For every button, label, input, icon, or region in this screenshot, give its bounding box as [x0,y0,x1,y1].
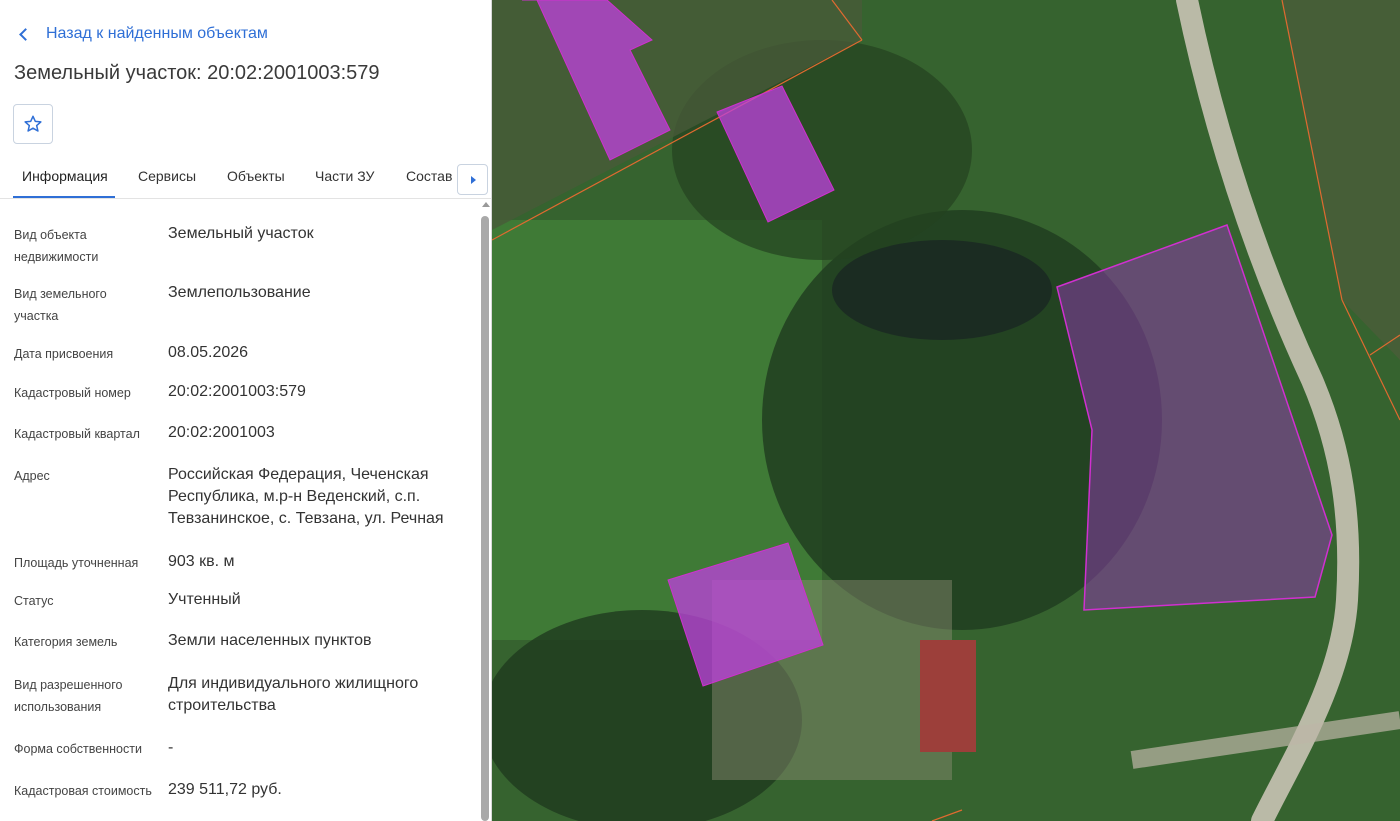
value-ownership: - [168,739,174,756]
value-cadastral-value: 239 511,72 руб. [168,781,282,798]
value-object-type: Земельный участок [168,225,314,242]
chevron-left-icon [18,24,30,44]
label-object-type: Вид объекта недвижимости [14,228,99,264]
star-outline-icon [24,115,42,132]
scrollbar[interactable] [479,200,491,821]
active-tab-indicator [13,196,115,198]
tab-bar: Информация Сервисы Объекты Части ЗУ Сост… [0,158,491,199]
label-permitted-use: Вид разрешенного использования [14,678,123,714]
info-panel: Назад к найденным объектам Земельный уча… [0,0,492,821]
scrollbar-thumb[interactable] [481,216,489,821]
value-area: 903 кв. м [168,553,235,570]
label-land-type: Вид земельного участка [14,287,107,323]
value-cadastral-block: 20:02:2001003 [168,424,275,441]
tab-services[interactable]: Сервисы [138,168,196,184]
value-land-type: Землепользование [168,284,311,301]
scroll-up-arrow-icon[interactable] [482,202,490,207]
building-red-roof [920,640,976,752]
tab-composition[interactable]: Состав [406,168,452,184]
map-view[interactable] [492,0,1400,821]
label-cadastral-number: Кадастровый номер [14,386,131,400]
value-address: Российская Федерация, Чеченская Республи… [168,466,444,527]
value-land-category: Земли населенных пунктов [168,632,372,649]
label-ownership: Форма собственности [14,742,142,756]
value-status: Учтенный [168,591,241,608]
label-cadastral-block: Кадастровый квартал [14,427,140,441]
value-cadastral-number: 20:02:2001003:579 [168,383,306,400]
tabs-scroll-right-button[interactable] [457,164,488,195]
label-cadastral-value: Кадастровая стоимость [14,784,152,798]
tab-parcel-parts[interactable]: Части ЗУ [315,168,374,184]
favorite-button[interactable] [13,104,53,144]
tab-information[interactable]: Информация [22,168,108,184]
label-address: Адрес [14,469,50,483]
page-title: Земельный участок: 20:02:2001003:579 [14,62,380,84]
back-link[interactable]: Назад к найденным объектам [18,24,268,44]
label-land-category: Категория земель [14,635,118,649]
back-link-label: Назад к найденным объектам [46,25,268,42]
tab-objects[interactable]: Объекты [227,168,285,184]
satellite-map[interactable] [492,0,1400,821]
label-area: Площадь уточненная [14,556,139,570]
label-assign-date: Дата присвоения [14,347,114,361]
label-status: Статус [14,594,54,608]
shadow-patch [832,240,1052,340]
value-permitted-use: Для индивидуального жилищного строительс… [168,675,419,714]
value-assign-date: 08.05.2026 [168,344,249,361]
